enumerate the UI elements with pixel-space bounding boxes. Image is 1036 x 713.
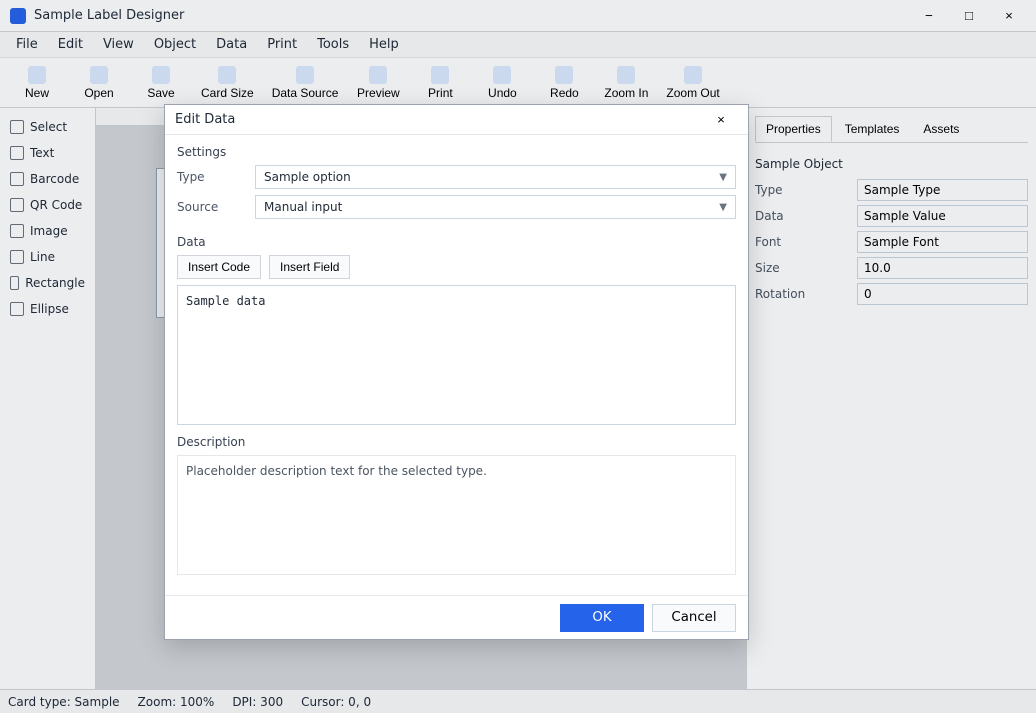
cancel-button[interactable]: Cancel bbox=[652, 603, 736, 632]
source-select[interactable]: Manual input ▼ bbox=[255, 195, 736, 219]
type-value: Sample option bbox=[264, 170, 351, 184]
chevron-down-icon: ▼ bbox=[719, 171, 727, 183]
dialog-title: Edit Data bbox=[175, 112, 236, 127]
edit-data-dialog: Edit Data × Settings Type Sample option ▼… bbox=[164, 104, 749, 640]
editor-group: Data Insert Code Insert Field Sample dat… bbox=[177, 235, 736, 425]
settings-group: Settings Type Sample option ▼ Source Manu… bbox=[177, 145, 736, 225]
dialog-header: Edit Data × bbox=[165, 105, 748, 135]
app-window: Sample Label Designer − □ × File Edit Vi… bbox=[0, 0, 1036, 713]
ok-button[interactable]: OK bbox=[560, 603, 644, 632]
description-text: Placeholder description text for the sel… bbox=[177, 455, 736, 575]
dialog-footer: OK Cancel bbox=[165, 595, 748, 639]
type-label: Type bbox=[177, 170, 205, 184]
group-title: Data bbox=[177, 235, 206, 249]
form-row: Type Sample option ▼ bbox=[177, 165, 736, 189]
form-row: Source Manual input ▼ bbox=[177, 195, 736, 219]
notes-group: Description Placeholder description text… bbox=[177, 435, 736, 575]
insert-field-button[interactable]: Insert Field bbox=[269, 255, 351, 279]
insert-code-button[interactable]: Insert Code bbox=[177, 255, 262, 279]
dialog-body: Settings Type Sample option ▼ Source Manu… bbox=[165, 135, 748, 595]
chevron-down-icon: ▼ bbox=[719, 201, 727, 213]
group-title: Settings bbox=[177, 145, 227, 159]
source-value: Manual input bbox=[264, 200, 343, 214]
data-editor[interactable]: Sample data bbox=[177, 285, 736, 425]
dialog-close-button[interactable]: × bbox=[704, 108, 738, 132]
type-select[interactable]: Sample option ▼ bbox=[255, 165, 736, 189]
group-title: Description bbox=[177, 435, 246, 449]
source-label: Source bbox=[177, 200, 219, 214]
editor-toolbar: Insert Code Insert Field bbox=[177, 255, 736, 279]
